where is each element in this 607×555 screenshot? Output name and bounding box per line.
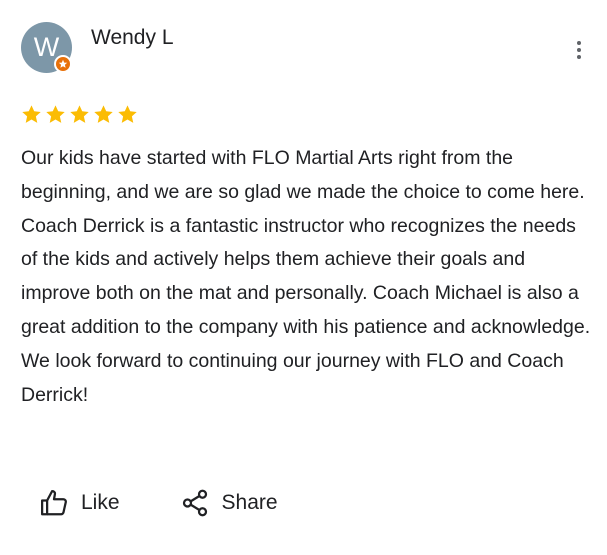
star-icon — [118, 105, 137, 123]
star-icon — [22, 105, 41, 123]
local-guide-badge-icon — [54, 55, 72, 73]
star-icon — [46, 105, 65, 123]
like-label: Like — [81, 491, 120, 514]
review-actions: Like Share — [39, 488, 278, 518]
thumb-up-icon — [41, 490, 67, 516]
share-label: Share — [221, 491, 278, 514]
share-icon — [182, 489, 207, 517]
reviewer-name[interactable]: Wendy L — [91, 25, 174, 51]
more-options-button[interactable] — [565, 36, 593, 64]
review-text: Our kids have started with FLO Martial A… — [21, 147, 591, 406]
review-card: W Wendy L Our kids have started with FLO… — [0, 0, 607, 555]
more-vert-icon — [577, 41, 581, 59]
star-icon — [94, 105, 113, 123]
star-rating — [21, 104, 138, 125]
share-button[interactable]: Share — [180, 488, 278, 518]
star-icon — [70, 105, 89, 123]
like-button[interactable]: Like — [39, 488, 120, 518]
